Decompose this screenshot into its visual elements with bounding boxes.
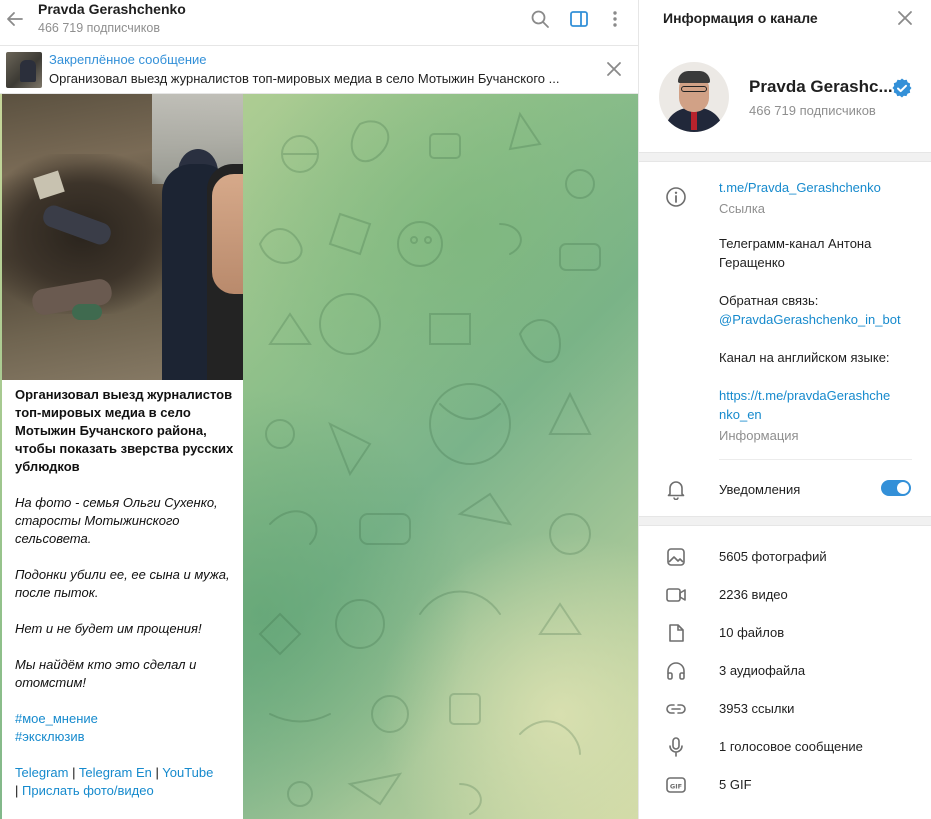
section-divider bbox=[639, 152, 931, 162]
telegram-en-link[interactable]: Telegram En bbox=[79, 765, 152, 780]
channel-name: Pravda Gerashc... bbox=[749, 77, 893, 96]
youtube-link[interactable]: YouTube bbox=[162, 765, 213, 780]
sidebar-toggle-icon[interactable] bbox=[568, 8, 590, 30]
media-label: 1 голосовое сообщение bbox=[719, 739, 863, 754]
file-icon bbox=[669, 624, 684, 642]
photo-icon bbox=[667, 548, 685, 566]
more-menu-icon[interactable] bbox=[604, 8, 626, 30]
pinned-message-bar[interactable]: Закреплённое сообщение Организовал выезд… bbox=[0, 46, 638, 94]
english-link-part: https://t.me/pravdaGerashche bbox=[719, 388, 891, 403]
section-divider bbox=[639, 516, 931, 526]
media-label: 3953 ссылки bbox=[719, 701, 795, 716]
channel-link[interactable]: t.me/Pravda_Gerashchenko bbox=[719, 178, 919, 197]
video-icon bbox=[666, 588, 686, 602]
back-arrow-icon[interactable] bbox=[4, 8, 26, 30]
channel-link-block: t.me/Pravda_Gerashchenko Ссылка bbox=[719, 178, 919, 218]
info-label: Информация bbox=[719, 428, 799, 443]
close-icon[interactable] bbox=[895, 8, 915, 28]
media-label: 5605 фотографий bbox=[719, 549, 827, 564]
link-icon bbox=[666, 704, 686, 714]
send-photo-link[interactable]: Прислать фото/видео bbox=[22, 783, 154, 798]
media-label: 3 аудиофайла bbox=[719, 663, 806, 678]
svg-text:GIF: GIF bbox=[670, 783, 682, 791]
media-row-photos[interactable]: 5605 фотографий bbox=[639, 538, 931, 576]
hashtag-link[interactable]: #мое_мнение bbox=[15, 711, 98, 726]
channel-link-label: Ссылка bbox=[719, 201, 766, 216]
pinned-title: Закреплённое сообщение bbox=[49, 52, 207, 67]
feedback-label: Обратная связь: bbox=[719, 293, 819, 308]
close-icon[interactable] bbox=[604, 59, 624, 79]
chat-area: Pravda Gerashchenko 466 719 подписчиков … bbox=[0, 0, 638, 819]
channel-title: Pravda Gerashchenko bbox=[38, 1, 186, 17]
message-paragraph: Мы найдём кто это сделал и отомстим! bbox=[15, 657, 197, 690]
chat-header: Pravda Gerashchenko 466 719 подписчиков bbox=[0, 0, 638, 46]
panel-title: Информация о канале bbox=[663, 10, 818, 26]
message-headline: Организовал выезд журналистов топ-мировы… bbox=[15, 387, 234, 474]
verified-badge-icon bbox=[892, 78, 912, 98]
message-text: Организовал выезд журналистов топ-мировы… bbox=[15, 386, 237, 818]
feedback-bot-link[interactable]: @PravdaGerashchenko_in_bot bbox=[719, 310, 919, 329]
feedback-block: Обратная связь: @PravdaGerashchenko_in_b… bbox=[719, 291, 919, 329]
message-paragraph: Нет и не будет им прощения! bbox=[15, 621, 202, 636]
media-row-videos[interactable]: 2236 видео bbox=[639, 576, 931, 614]
headphones-icon bbox=[667, 662, 685, 680]
message-paragraph: Подонки убили ее, ее сына и мужа, после … bbox=[15, 567, 230, 600]
telegram-link[interactable]: Telegram bbox=[15, 765, 68, 780]
english-channel-block: https://t.me/pravdaGerashche nko_en Инфо… bbox=[719, 386, 919, 445]
hashtag-link[interactable]: #эксклюзив bbox=[15, 729, 85, 744]
english-link-part: nko_en bbox=[719, 407, 762, 422]
notifications-toggle[interactable] bbox=[881, 480, 911, 496]
media-label: 5 GIF bbox=[719, 777, 752, 792]
media-row-links[interactable]: 3953 ссылки bbox=[639, 690, 931, 728]
channel-avatar[interactable] bbox=[659, 62, 729, 132]
media-row-voice[interactable]: 1 голосовое сообщение bbox=[639, 728, 931, 766]
channel-subscribers: 466 719 подписчиков bbox=[38, 21, 160, 35]
media-label: 10 файлов bbox=[719, 625, 785, 640]
microphone-icon bbox=[669, 737, 683, 757]
message-paragraph: На фото - семья Ольги Сухенко, старосты … bbox=[15, 495, 218, 546]
link-separator: | bbox=[15, 783, 19, 798]
chat-title-block[interactable]: Pravda Gerashchenko 466 719 подписчиков bbox=[38, 1, 186, 36]
channel-description: Телеграмм-канал Антона Геращенко bbox=[719, 236, 872, 270]
message-photo[interactable] bbox=[2, 94, 243, 380]
channel-subscribers: 466 719 подписчиков bbox=[749, 103, 876, 118]
link-separator: | bbox=[72, 765, 76, 780]
english-channel-link[interactable]: https://t.me/pravdaGerashche nko_en bbox=[719, 386, 919, 424]
pinned-thumbnail bbox=[6, 52, 42, 88]
thin-divider bbox=[719, 459, 912, 460]
search-icon[interactable] bbox=[529, 8, 551, 30]
link-separator: | bbox=[155, 765, 159, 780]
info-icon bbox=[666, 187, 686, 207]
media-label: 2236 видео bbox=[719, 587, 788, 602]
bell-icon bbox=[667, 481, 685, 500]
gif-icon: GIF bbox=[666, 777, 686, 793]
media-row-gif[interactable]: GIF 5 GIF bbox=[639, 766, 931, 804]
english-channel-label: Канал на английском языке: bbox=[719, 350, 890, 365]
media-row-audio[interactable]: 3 аудиофайла bbox=[639, 652, 931, 690]
channel-info-panel: Информация о канале Pravda Gerashc... 46… bbox=[638, 0, 931, 819]
message-bubble[interactable]: Организовал выезд журналистов топ-мировы… bbox=[2, 94, 243, 819]
media-row-files[interactable]: 10 файлов bbox=[639, 614, 931, 652]
pinned-text: Организовал выезд журналистов топ-мировы… bbox=[49, 71, 560, 86]
